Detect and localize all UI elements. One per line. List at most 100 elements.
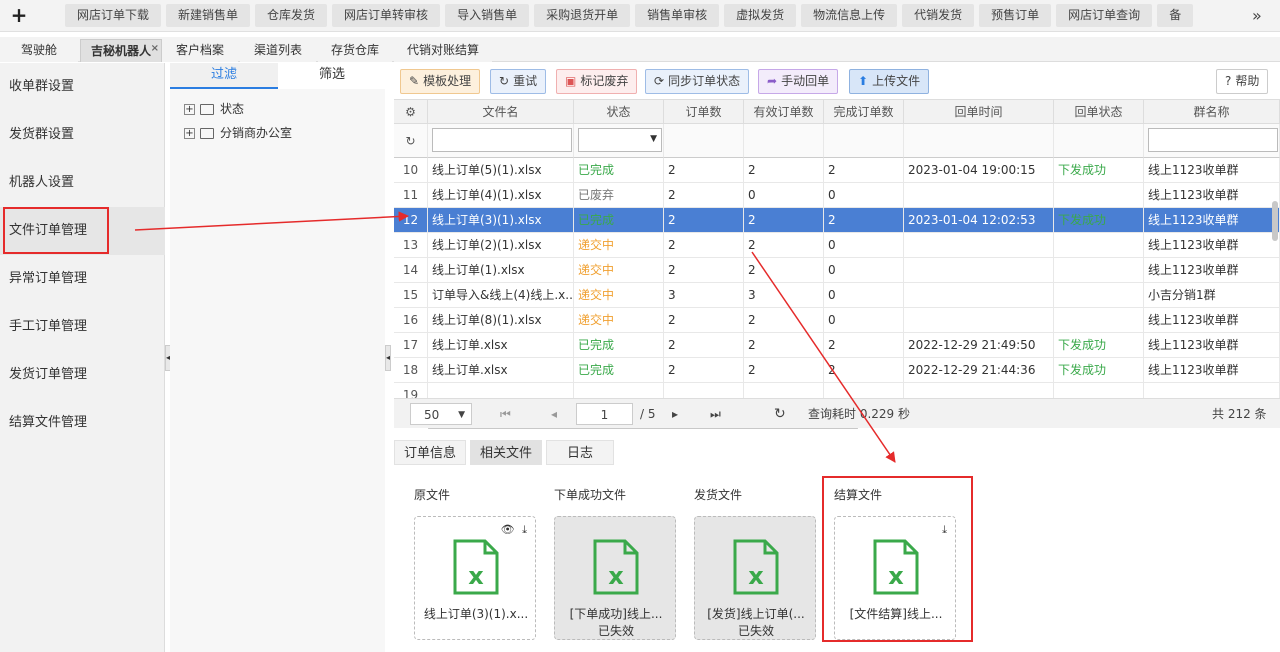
- page-size-select[interactable]: 50 ▼: [410, 403, 472, 425]
- expand-icon[interactable]: +: [184, 104, 195, 115]
- chevron-down-icon: ▼: [458, 410, 465, 420]
- column-filter-input[interactable]: ▼: [578, 128, 662, 152]
- upload-button[interactable]: ⬆ 上传文件: [849, 69, 930, 94]
- column-header[interactable]: 回单状态: [1054, 100, 1144, 124]
- top-tab[interactable]: 物流信息上传: [801, 4, 898, 27]
- top-tab[interactable]: 新建销售单: [166, 4, 251, 27]
- sidebar-item[interactable]: 手工订单管理: [0, 303, 165, 351]
- sidebar-item[interactable]: 发货群设置: [0, 111, 165, 159]
- tree-node[interactable]: + 状态: [170, 97, 385, 121]
- sync-status-button[interactable]: ⟳ 同步订单状态: [645, 69, 750, 94]
- file-card[interactable]: x [发货]线上订单(... 已失效: [694, 516, 816, 640]
- top-tab[interactable]: 仓库发货: [255, 4, 328, 27]
- file-card[interactable]: x [下单成功]线上... 已失效: [554, 516, 676, 640]
- scroll-right-icon[interactable]: »: [1252, 6, 1262, 25]
- grid-vertical-scrollbar[interactable]: [1272, 201, 1278, 241]
- table-row[interactable]: 11 线上订单(4)(1).xlsx 已废弃 2 0 0 线上1123收单群: [394, 183, 1280, 208]
- sidebar-item[interactable]: 机器人设置: [0, 159, 165, 207]
- tab-log[interactable]: 日志: [546, 440, 614, 465]
- top-tab[interactable]: 预售订单: [979, 4, 1052, 27]
- discard-button[interactable]: ▣ 标记废弃: [556, 69, 638, 94]
- cell-orders: 2: [664, 233, 744, 258]
- manual-reply-button[interactable]: ➦ 手动回单: [758, 69, 839, 94]
- top-tab[interactable]: 虚拟发货: [724, 4, 797, 27]
- table-row[interactable]: 17 线上订单.xlsx 已完成 2 2 2 2022-12-29 21:49:50 下发成功…: [394, 333, 1280, 358]
- close-icon[interactable]: ×: [151, 38, 159, 60]
- cell-time: [904, 283, 1054, 308]
- next-page-icon[interactable]: ▸: [672, 403, 678, 425]
- table-row[interactable]: 18 线上订单.xlsx 已完成 2 2 2 2022-12-29 21:44:36 下发成功…: [394, 358, 1280, 383]
- chevron-down-icon: ▼: [650, 134, 657, 144]
- top-tab[interactable]: 销售单审核: [635, 4, 720, 27]
- cell-status: 已完成: [574, 333, 664, 358]
- tab-screen[interactable]: 筛选: [278, 63, 386, 89]
- table-row[interactable]: 13 线上订单(2)(1).xlsx 递交中 2 2 0 线上1123收单群: [394, 233, 1280, 258]
- tab-order-info[interactable]: 订单信息: [394, 440, 466, 465]
- column-header[interactable]: 状态: [574, 100, 664, 124]
- top-tab[interactable]: 备: [1157, 4, 1194, 27]
- column-header[interactable]: 回单时间: [904, 100, 1054, 124]
- cell-orders: 2: [664, 333, 744, 358]
- cell-valid: 2: [744, 308, 824, 333]
- settings-icon[interactable]: ⚙: [394, 100, 428, 124]
- sidebar-item[interactable]: 收单群设置: [0, 63, 165, 111]
- page-tab[interactable]: 吉秘机器人 ×: [80, 39, 162, 62]
- column-header[interactable]: 有效订单数: [744, 100, 824, 124]
- pagination-bar: 50 ▼ ⏮ ◂ 1 / 5 ▸ ⏭ ↻ 查询耗时 0.229 秒 共 212 条: [394, 398, 1280, 428]
- prev-page-icon[interactable]: ◂: [551, 403, 557, 425]
- column-header[interactable]: 文件名: [428, 100, 574, 124]
- tab-related-files[interactable]: 相关文件: [470, 440, 542, 465]
- cell-orders: 2: [664, 358, 744, 383]
- top-tab[interactable]: 代销发货: [902, 4, 975, 27]
- cell-orders: 2: [664, 208, 744, 233]
- top-tab[interactable]: 网店订单下载: [65, 4, 162, 27]
- top-tab[interactable]: 网店订单查询: [1056, 4, 1153, 27]
- cell-valid: 2: [744, 358, 824, 383]
- column-header[interactable]: 订单数: [664, 100, 744, 124]
- page-tab[interactable]: 渠道列表: [240, 39, 316, 62]
- table-row[interactable]: 14 线上订单(1).xlsx 递交中 2 2 0 线上1123收单群: [394, 258, 1280, 283]
- excel-file-icon: x: [453, 539, 499, 595]
- column-filter-input[interactable]: [1148, 128, 1278, 152]
- column-filter-input[interactable]: [432, 128, 572, 152]
- top-tab[interactable]: 网店订单转审核: [332, 4, 441, 27]
- template-button[interactable]: ✎ 模板处理: [400, 69, 481, 94]
- tree-node[interactable]: + 分销商办公室: [170, 121, 385, 145]
- refresh-icon[interactable]: ↻: [774, 403, 786, 425]
- column-header[interactable]: 完成订单数: [824, 100, 904, 124]
- collapse-filter-handle[interactable]: ◂: [385, 345, 391, 371]
- page-tab[interactable]: 驾驶舱: [0, 39, 78, 62]
- page-tab[interactable]: 代销对账结算: [394, 39, 492, 62]
- file-actions[interactable]: 👁 ⤓: [501, 523, 529, 537]
- table-row[interactable]: 12 线上订单(3)(1).xlsx 已完成 2 2 2 2023-01-04 12:02:…: [394, 208, 1280, 233]
- reset-filter-icon[interactable]: ↻: [394, 124, 428, 158]
- cell-file: 线上订单.xlsx: [428, 358, 574, 383]
- sidebar-item[interactable]: 异常订单管理: [0, 255, 165, 303]
- sidebar-item[interactable]: 结算文件管理: [0, 399, 165, 447]
- add-tab-icon[interactable]: +: [6, 4, 32, 28]
- top-tab[interactable]: 采购退货开单: [534, 4, 631, 27]
- column-header[interactable]: 群名称: [1144, 100, 1280, 124]
- table-row[interactable]: 15 订单导入&线上(4)线上.x... 递交中 3 3 0 小吉分销1群: [394, 283, 1280, 308]
- file-card[interactable]: 👁 ⤓ x 线上订单(3)(1).x...: [414, 516, 536, 640]
- cell-valid: 0: [744, 183, 824, 208]
- page-tab[interactable]: 客户档案: [162, 39, 238, 62]
- help-button[interactable]: ? 帮助: [1216, 69, 1269, 94]
- first-page-icon[interactable]: ⏮: [500, 403, 511, 425]
- cell-done: 2: [824, 358, 904, 383]
- expand-icon[interactable]: +: [184, 128, 195, 139]
- file-name: 线上订单(3)(1).x...: [423, 607, 529, 621]
- page-input[interactable]: 1: [576, 403, 633, 425]
- retry-button[interactable]: ↻ 重试: [490, 69, 547, 94]
- cell-status: 已完成: [574, 208, 664, 233]
- cell-time: 2022-12-29 21:49:50: [904, 333, 1054, 358]
- table-row[interactable]: 10 线上订单(5)(1).xlsx 已完成 2 2 2 2023-01-04 19:00:…: [394, 158, 1280, 183]
- page-tab-label: 驾驶舱: [20, 43, 57, 57]
- sidebar-item[interactable]: 发货订单管理: [0, 351, 165, 399]
- table-row[interactable]: 16 线上订单(8)(1).xlsx 递交中 2 2 0 线上1123收单群: [394, 308, 1280, 333]
- cell-valid: 2: [744, 208, 824, 233]
- page-tab[interactable]: 存货仓库: [318, 39, 392, 62]
- last-page-icon[interactable]: ⏭: [710, 403, 721, 425]
- top-tab[interactable]: 导入销售单: [445, 4, 530, 27]
- tab-filter[interactable]: 过滤: [170, 63, 278, 89]
